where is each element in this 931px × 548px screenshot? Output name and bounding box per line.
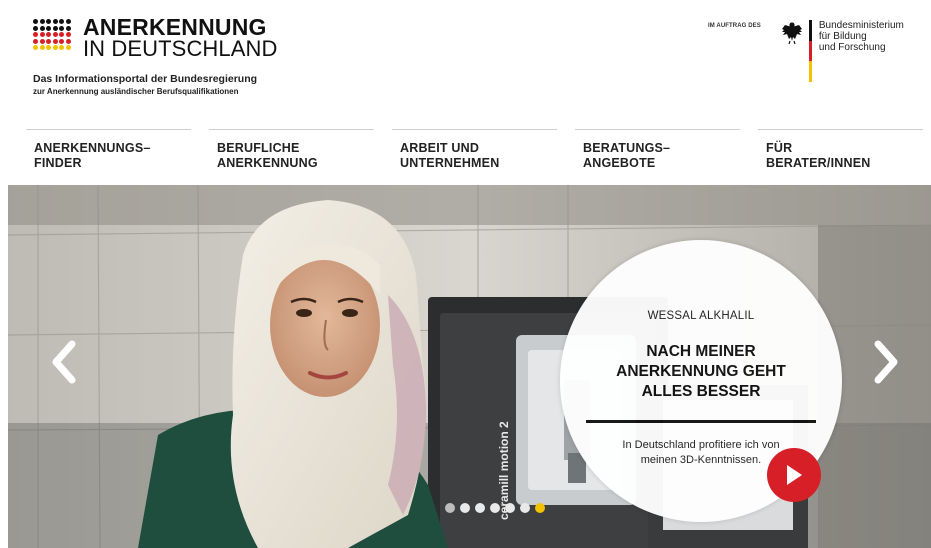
logo-dot — [39, 19, 45, 24]
logo-dot — [59, 45, 65, 51]
logo-text: ANERKENNUNG IN DEUTSCHLAND — [83, 16, 278, 60]
tagline-line-2: zur Anerkennung ausländischer Berufsqual… — [33, 87, 239, 96]
logo-dot — [52, 38, 58, 44]
slider-dot[interactable] — [520, 503, 530, 513]
ministry-name-line-1: Bundesministerium — [818, 20, 904, 31]
logo-dot — [59, 38, 65, 44]
logo-dot — [65, 32, 71, 38]
slider-dot[interactable] — [505, 503, 515, 513]
logo-dot — [59, 25, 65, 31]
chevron-left-icon — [52, 340, 76, 384]
nav-item-anerkennungs-finder[interactable]: ANERKENNUNGS– FINDER — [26, 129, 191, 171]
flag-stripe — [808, 20, 812, 41]
federal-eagle-icon — [781, 22, 802, 44]
slider-next-button[interactable] — [866, 338, 906, 386]
logo-dot — [46, 45, 52, 51]
logo-dot — [65, 25, 71, 31]
play-icon — [787, 465, 802, 485]
main-nav: ANERKENNUNGS– FINDER BERUFLICHE ANERKENN… — [26, 129, 926, 171]
chevron-right-icon — [874, 340, 898, 384]
logo-dot — [59, 19, 65, 24]
slider-dot[interactable] — [475, 503, 485, 513]
play-video-button[interactable] — [767, 448, 821, 502]
site-logo[interactable]: ANERKENNUNG IN DEUTSCHLAND — [33, 16, 278, 60]
slider-prev-button[interactable] — [44, 338, 84, 386]
testimonial-divider — [586, 420, 816, 423]
slider-dot[interactable] — [535, 503, 545, 513]
slider-dot[interactable] — [490, 503, 500, 513]
logo-dot — [65, 38, 71, 44]
logo-dot — [33, 32, 38, 38]
nav-item-label: BERUFLICHE ANERKENNUNG — [217, 141, 318, 170]
logo-dot — [46, 38, 52, 44]
logo-dot — [46, 25, 52, 31]
ministry-name-line-2: für Bildung — [818, 31, 867, 42]
logo-dot — [65, 45, 71, 51]
nav-item-label: BERATUNGS– ANGEBOTE — [583, 141, 671, 170]
logo-dot — [59, 32, 65, 38]
logo-dot — [52, 19, 58, 24]
logo-dots-icon — [33, 19, 71, 51]
ministry-name: Bundesministerium für Bildung und Forsch… — [819, 20, 904, 53]
hero-slider: ceramill motion 2 WESSAL ALKHALIL NACH M… — [8, 185, 931, 548]
testimonial-name: WESSAL ALKHALIL — [647, 310, 755, 322]
nav-item-label: ANERKENNUNGS– FINDER — [34, 141, 151, 170]
ministry-logo[interactable]: IM AUFTRAG DES Bundesministerium für Bil… — [708, 20, 904, 83]
flag-stripe — [808, 40, 812, 62]
site-header: ANERKENNUNG IN DEUTSCHLAND Das Informati… — [0, 0, 931, 128]
nav-item-label: ARBEIT UND UNTERNEHMEN — [400, 141, 500, 170]
slider-dot[interactable] — [445, 503, 455, 513]
nav-item-beratungs-angebote[interactable]: BERATUNGS– ANGEBOTE — [575, 129, 740, 171]
logo-dot — [39, 32, 45, 38]
logo-dot — [52, 25, 58, 31]
logo-dot — [46, 32, 52, 38]
slider-dot[interactable] — [460, 503, 470, 513]
tagline-line-1: Das Informationsportal der Bundesregieru… — [33, 73, 258, 85]
logo-dot — [52, 32, 58, 38]
auftrag-label: IM AUFTRAG DES — [708, 23, 761, 29]
logo-title: ANERKENNUNG — [82, 14, 267, 40]
nav-item-fuer-berater[interactable]: FÜR BERATER/INNEN — [758, 129, 923, 171]
logo-dot — [39, 25, 45, 31]
testimonial-headline[interactable]: NACH MEINER ANERKENNUNG GEHT ALLES BESSE… — [560, 342, 842, 402]
logo-dot — [33, 38, 38, 44]
ministry-name-line-3: und Forschung — [818, 42, 886, 53]
logo-subtitle: IN DEUTSCHLAND — [82, 36, 278, 61]
logo-dot — [39, 45, 45, 51]
flag-stripe — [808, 61, 812, 83]
slider-pagination — [445, 503, 545, 513]
nav-item-label: FÜR BERATER/INNEN — [766, 141, 871, 170]
logo-dot — [46, 19, 52, 24]
logo-dot — [33, 25, 38, 31]
nav-item-berufliche-anerkennung[interactable]: BERUFLICHE ANERKENNUNG — [209, 129, 374, 171]
logo-dot — [65, 19, 71, 24]
site-tagline: Das Informationsportal der Bundesregieru… — [33, 73, 257, 97]
logo-dot — [33, 45, 38, 51]
nav-item-arbeit-und-unternehmen[interactable]: ARBEIT UND UNTERNEHMEN — [392, 129, 557, 171]
flag-bar — [808, 20, 812, 83]
logo-dot — [52, 45, 58, 51]
logo-dot — [33, 19, 38, 24]
logo-dot — [39, 38, 45, 44]
